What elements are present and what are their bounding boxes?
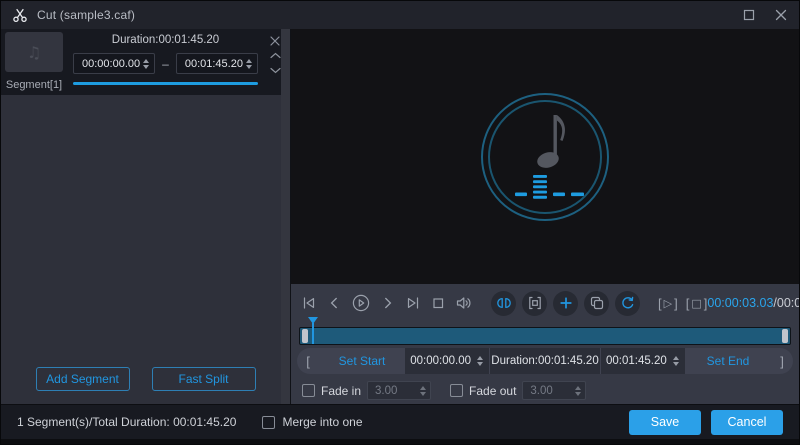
fade-in-checkbox[interactable]: [302, 384, 315, 397]
fast-split-button[interactable]: Fast Split: [151, 367, 256, 391]
fade-in-value[interactable]: 3.00: [375, 385, 419, 397]
segment-label: Segment[1]: [5, 79, 63, 91]
trim-start-spinner[interactable]: [476, 356, 484, 366]
maximize-button[interactable]: [741, 7, 757, 23]
move-segment-down-icon[interactable]: [269, 65, 281, 76]
trim-start-input[interactable]: 00:00:00.00: [405, 348, 489, 374]
titlebar[interactable]: Cut (sample3.caf): [1, 1, 799, 29]
fade-options: Fade in 3.00 Fade out 3.00: [297, 378, 793, 403]
range-separator: –: [162, 56, 169, 71]
play-icon[interactable]: [351, 293, 371, 313]
time-display: 00:00:03.03/00:01:45.20: [707, 296, 799, 310]
timeline-track[interactable]: [299, 327, 791, 345]
equalizer-bars: [515, 174, 584, 199]
trim-end-spinner[interactable]: [672, 356, 680, 366]
segment-start-value[interactable]: 00:00:00.00: [82, 58, 142, 70]
cut-dialog: Cut (sample3.caf) ♫ Segment[1] Duration:…: [0, 0, 800, 445]
cancel-button[interactable]: Cancel: [711, 409, 783, 435]
fade-in-label: Fade in: [321, 383, 362, 398]
segment-end-spinner[interactable]: [245, 58, 253, 69]
segment-start-input[interactable]: 00:00:00.00: [73, 53, 156, 74]
segment-range-bar: [73, 82, 258, 85]
timeline-end-handle[interactable]: [782, 329, 788, 343]
playhead-line: [311, 323, 314, 344]
current-time: 00:00:03.03: [707, 296, 774, 310]
add-segment-button[interactable]: Add Segment: [35, 367, 130, 391]
timeline[interactable]: [297, 317, 793, 347]
trim-end-input[interactable]: 00:01:45.20: [599, 348, 685, 374]
trim-duration-text: Duration:00:01:45.20: [489, 348, 600, 374]
fade-out-spinner[interactable]: [574, 385, 582, 396]
copy-segment-button[interactable]: [584, 290, 609, 316]
footer-bar: 1 Segment(s)/Total Duration: 00:01:45.20…: [1, 404, 799, 444]
stop-segment-button[interactable]: [□]: [686, 296, 708, 311]
volume-icon[interactable]: [455, 295, 473, 311]
trim-close-bracket: ]: [780, 353, 784, 369]
fade-out-input[interactable]: 3.00: [522, 381, 587, 400]
region-select-button[interactable]: [522, 290, 547, 316]
music-note-shape: [537, 114, 565, 168]
trim-start-value[interactable]: 00:00:00.00: [410, 355, 471, 367]
step-forward-icon[interactable]: [380, 295, 396, 311]
play-segment-button[interactable]: [▷]: [658, 296, 678, 311]
total-time: 00:01:45.20: [776, 296, 799, 310]
bracket-left: [: [685, 295, 690, 311]
step-backward-icon[interactable]: [326, 295, 342, 311]
trim-open-bracket: [: [306, 353, 310, 369]
trim-bar: [ Set Start 00:00:00.00 Duration:00:01:4…: [297, 348, 793, 374]
fade-out-checkbox[interactable]: [450, 384, 464, 397]
segment-stop-icon: □: [691, 296, 702, 310]
set-end-button[interactable]: Set End: [685, 354, 771, 368]
trim-end-value[interactable]: 00:01:45.20: [606, 355, 667, 367]
segment-play-icon: ▷: [663, 296, 673, 310]
merge-label: Merge into one: [282, 415, 363, 429]
segment-list-panel: ♫ Segment[1] Duration:00:01:45.20 00:00:…: [1, 29, 291, 404]
fade-in-spinner[interactable]: [419, 385, 427, 396]
bracket-left: [: [658, 295, 662, 311]
bracket-right: ]: [674, 295, 678, 311]
window-controls: [741, 7, 789, 23]
scissors-icon: [11, 6, 29, 24]
playback-controls-panel: [▷] [□] 00:00:03.03/00:01:45.20: [291, 284, 799, 404]
segment-end-value[interactable]: 00:01:45.20: [185, 58, 245, 70]
go-to-end-icon[interactable]: [405, 295, 421, 311]
remove-segment-icon[interactable]: [269, 35, 281, 46]
reset-button[interactable]: [615, 290, 640, 316]
fade-out-value[interactable]: 3.00: [530, 385, 574, 397]
segment-list-scrollbar[interactable]: [281, 29, 290, 404]
go-to-start-icon[interactable]: [301, 295, 317, 311]
save-button[interactable]: Save: [629, 409, 701, 435]
preview-area: [291, 29, 799, 284]
window-title: Cut (sample3.caf): [37, 8, 136, 22]
segment-details: Duration:00:01:45.20 00:00:00.00 – 00:01…: [65, 31, 262, 91]
summary-text: 1 Segment(s)/Total Duration: 00:01:45.20: [17, 415, 237, 429]
audio-placeholder-icon: [481, 92, 609, 221]
set-start-button[interactable]: Set Start: [319, 354, 405, 368]
playhead[interactable]: [307, 317, 318, 345]
add-keyframe-button[interactable]: [553, 290, 578, 316]
segment-thumbnail[interactable]: ♫: [5, 32, 63, 72]
segment-duration-text: Duration:00:01:45.20: [111, 34, 220, 46]
stop-icon[interactable]: [430, 295, 446, 311]
close-button[interactable]: [773, 7, 789, 23]
segment-card[interactable]: ♫ Segment[1] Duration:00:01:45.20 00:00:…: [1, 29, 290, 95]
merge-checkbox[interactable]: [262, 415, 276, 429]
music-note-icon: ♫: [26, 42, 42, 62]
move-segment-up-icon[interactable]: [269, 50, 281, 61]
fade-out-label: Fade out: [469, 383, 517, 398]
split-button[interactable]: [491, 290, 516, 316]
fade-in-input[interactable]: 3.00: [367, 381, 432, 400]
segment-start-spinner[interactable]: [142, 58, 150, 69]
segment-end-input[interactable]: 00:01:45.20: [175, 53, 258, 74]
